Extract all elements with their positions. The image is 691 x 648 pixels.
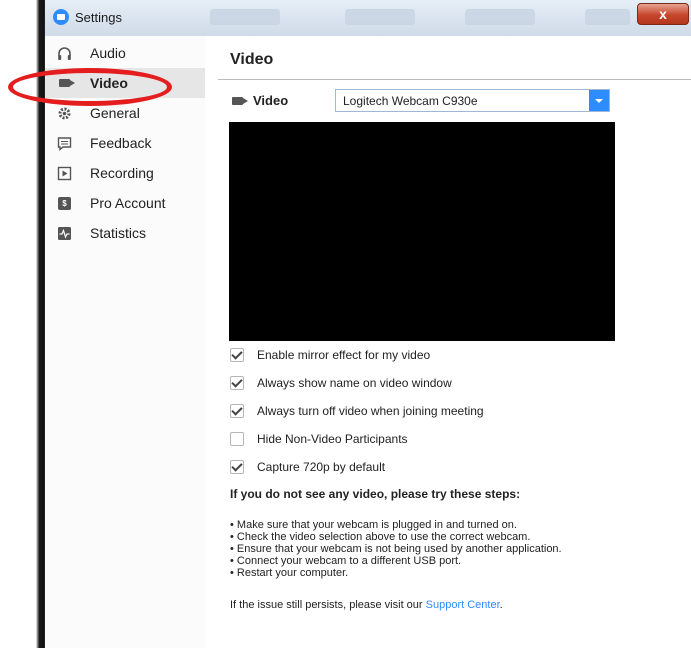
close-button[interactable]: x (637, 3, 689, 25)
gear-icon (57, 106, 72, 121)
record-icon (57, 166, 72, 181)
red-highlight-ellipse (8, 68, 172, 106)
option-show-name[interactable]: Always show name on video window (230, 374, 452, 392)
background-tab (465, 9, 535, 25)
help-step: • Restart your computer. (230, 567, 349, 579)
close-icon: x (659, 6, 667, 22)
option-label: Enable mirror effect for my video (257, 348, 431, 362)
help-footer: If the issue still persists, please visi… (230, 599, 503, 611)
help-step: • Check the video selection above to use… (230, 531, 531, 543)
video-preview (229, 122, 615, 341)
option-label: Capture 720p by default (257, 460, 386, 474)
pro-account-icon: $ (57, 196, 72, 211)
option-capture-720p[interactable]: Capture 720p by default (230, 458, 385, 476)
help-steps: • Make sure that your webcam is plugged … (230, 519, 562, 579)
option-turn-off-video[interactable]: Always turn off video when joining meeti… (230, 402, 484, 420)
camera-select-value: Logitech Webcam C930e (343, 94, 478, 108)
page-title: Video (230, 51, 274, 68)
sidebar-item-label: Recording (90, 165, 154, 181)
background-tab (585, 9, 630, 25)
support-center-link[interactable]: Support Center (426, 599, 500, 611)
title-divider (218, 79, 691, 80)
zoom-app-icon (53, 9, 69, 25)
checkbox-turn-off-video[interactable] (230, 404, 244, 418)
sidebar-item-statistics[interactable]: Statistics (45, 218, 205, 248)
chat-icon (57, 136, 72, 151)
settings-sidebar: Audio Video General Feedback Recording $ (45, 36, 206, 648)
checkbox-show-name[interactable] (230, 376, 244, 390)
title-bar: Settings x (45, 0, 691, 37)
background-tab (210, 9, 280, 25)
chevron-down-icon[interactable] (589, 90, 609, 111)
window-title: Settings (75, 10, 122, 25)
help-step: • Make sure that your webcam is plugged … (230, 519, 517, 531)
sidebar-item-audio[interactable]: Audio (45, 38, 205, 68)
option-label: Hide Non-Video Participants (257, 432, 408, 446)
option-label: Always turn off video when joining meeti… (257, 404, 484, 418)
help-step: • Ensure that your webcam is not being u… (230, 543, 562, 555)
sidebar-item-label: Pro Account (90, 195, 166, 211)
camera-select[interactable]: Logitech Webcam C930e (335, 89, 610, 112)
sidebar-item-recording[interactable]: Recording (45, 158, 205, 188)
camera-icon (232, 96, 248, 105)
sidebar-item-label: General (90, 105, 140, 121)
checkbox-hide-non-video[interactable] (230, 432, 244, 446)
checkbox-capture-720p[interactable] (230, 460, 244, 474)
option-label: Always show name on video window (257, 376, 452, 390)
headphones-icon (57, 46, 72, 61)
help-footer-end: . (499, 599, 503, 611)
sidebar-item-label: Feedback (90, 135, 152, 151)
checkbox-mirror-effect[interactable] (230, 348, 244, 362)
camera-label: Video (253, 93, 289, 108)
camera-row-label: Video (232, 93, 288, 108)
statistics-icon (57, 226, 72, 241)
sidebar-item-feedback[interactable]: Feedback (45, 128, 205, 158)
video-settings-panel: Video Video Logitech Webcam C930e Enable… (205, 36, 691, 648)
sidebar-item-pro-account[interactable]: $ Pro Account (45, 188, 205, 218)
sidebar-item-label: Audio (90, 45, 126, 61)
background-tab (345, 9, 415, 25)
option-mirror-effect[interactable]: Enable mirror effect for my video (230, 346, 430, 364)
option-hide-non-video[interactable]: Hide Non-Video Participants (230, 430, 408, 448)
sidebar-item-label: Statistics (90, 225, 147, 241)
help-heading: If you do not see any video, please try … (230, 487, 521, 501)
help-step: • Connect your webcam to a different USB… (230, 555, 462, 567)
help-footer-text: If the issue still persists, please visi… (230, 599, 426, 611)
